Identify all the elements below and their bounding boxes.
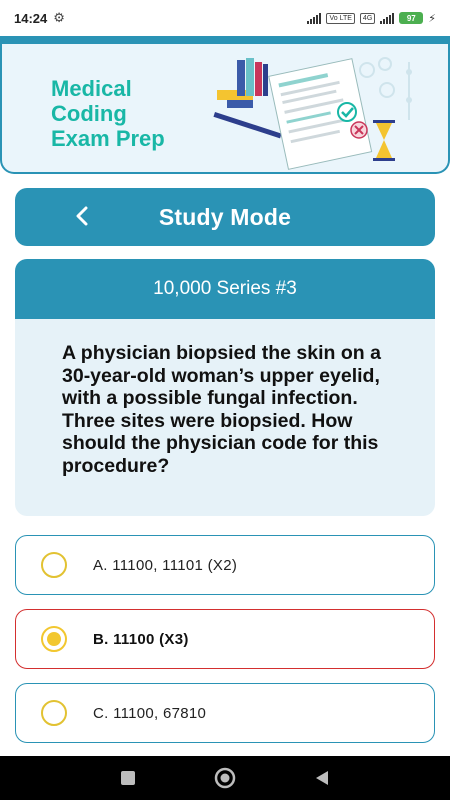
chevron-left-icon xyxy=(76,206,88,226)
banner-title-line3: Exam Prep xyxy=(51,126,165,151)
banner-title-line2: Coding xyxy=(51,101,127,126)
exam-illustration-icon xyxy=(213,57,412,170)
answer-option-label: B. 11100 (X3) xyxy=(93,630,189,648)
cell-signal-icon xyxy=(380,12,395,24)
status-bar: 14:24 ⚙ Vo LTE 4G 97 ⚡ xyxy=(0,0,450,36)
study-mode-header: Study Mode xyxy=(15,188,435,246)
banner-title-line1: Medical xyxy=(51,76,132,101)
settings-gear-icon: ⚙ xyxy=(53,10,65,25)
question-card: 10,000 Series #3 A physician biopsied th… xyxy=(15,259,435,516)
answer-option-label: C. 11100, 67810 xyxy=(93,704,207,722)
question-text: A physician biopsied the skin on a 30-ye… xyxy=(62,342,381,477)
radio-button[interactable] xyxy=(41,700,67,726)
radio-button-selected[interactable] xyxy=(41,626,67,652)
battery-icon: 97 xyxy=(399,12,424,24)
status-indicators: Vo LTE 4G 97 ⚡ xyxy=(307,12,436,25)
circle-home-icon xyxy=(214,767,236,789)
answer-option-label: A. 11100, 11101 (X2) xyxy=(93,556,238,574)
triangle-back-icon xyxy=(315,771,328,785)
question-series-label: 10,000 Series #3 xyxy=(15,259,435,319)
home-button[interactable] xyxy=(205,758,245,798)
volte-badge: Vo LTE xyxy=(326,12,355,24)
charging-bolt-icon: ⚡ xyxy=(428,12,436,25)
back-nav-button[interactable] xyxy=(302,758,342,798)
back-button[interactable] xyxy=(67,201,97,231)
network-4g-badge: 4G xyxy=(359,12,376,24)
status-time: 14:24 xyxy=(14,10,48,26)
app-screen: 14:24 ⚙ Vo LTE 4G 97 ⚡ Medical Coding Ex… xyxy=(0,0,450,800)
banner-title: Medical Coding Exam Prep xyxy=(51,76,221,151)
square-icon xyxy=(121,771,136,785)
answer-option-b[interactable]: B. 11100 (X3) xyxy=(15,609,435,669)
recents-button[interactable] xyxy=(108,758,148,798)
app-banner: Medical Coding Exam Prep xyxy=(0,44,450,174)
answer-option-c[interactable]: C. 11100, 67810 xyxy=(15,683,435,743)
radio-button[interactable] xyxy=(41,552,67,578)
system-nav-bar xyxy=(0,756,450,800)
answer-option-a[interactable]: A. 11100, 11101 (X2) xyxy=(15,535,435,595)
wifi-signal-icon xyxy=(307,12,322,24)
